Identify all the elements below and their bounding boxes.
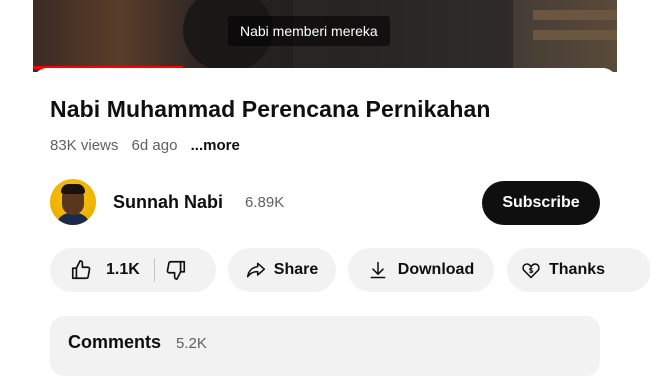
avatar-hair [61, 184, 85, 194]
upload-age: 6d ago [131, 137, 178, 154]
like-dislike-pill: 1.1K [50, 248, 216, 292]
channel-name[interactable]: Sunnah Nabi [113, 192, 223, 213]
comments-label: Comments [68, 332, 162, 352]
like-divider [153, 258, 155, 282]
subscriber-count: 6.89K [245, 194, 285, 211]
thanks-label: Thanks [549, 261, 606, 278]
channel-avatar[interactable] [50, 179, 96, 225]
thumbs-up-icon [71, 260, 91, 280]
video-meta: 83K views 6d ago ...more [50, 137, 249, 154]
download-icon [370, 261, 386, 279]
share-arrow-icon [246, 262, 265, 278]
share-button[interactable]: Share [228, 248, 336, 292]
share-label: Share [273, 261, 319, 278]
thumbs-down-icon [166, 260, 185, 280]
view-count: 83K views [50, 137, 119, 154]
video-frame-shelf [533, 30, 617, 40]
download-label: Download [397, 261, 475, 278]
video-title: Nabi Muhammad Perencana Pernikahan [50, 96, 491, 122]
video-frame-shelf [533, 10, 617, 20]
comments-panel[interactable]: Comments 5.2K [50, 316, 600, 376]
thanks-heart-dollar-icon [522, 263, 540, 279]
download-button[interactable]: Download [348, 248, 494, 292]
comments-count: 5.2K [176, 335, 207, 352]
subscribe-button[interactable]: Subscribe [482, 181, 600, 225]
dislike-button[interactable] [165, 259, 187, 281]
thanks-button[interactable]: Thanks [507, 248, 650, 292]
like-button[interactable]: 1.1K [50, 259, 140, 281]
video-caption: Nabi memberi mereka [228, 16, 390, 46]
like-count: 1.1K [106, 261, 140, 278]
more-link[interactable]: ...more [191, 137, 240, 154]
